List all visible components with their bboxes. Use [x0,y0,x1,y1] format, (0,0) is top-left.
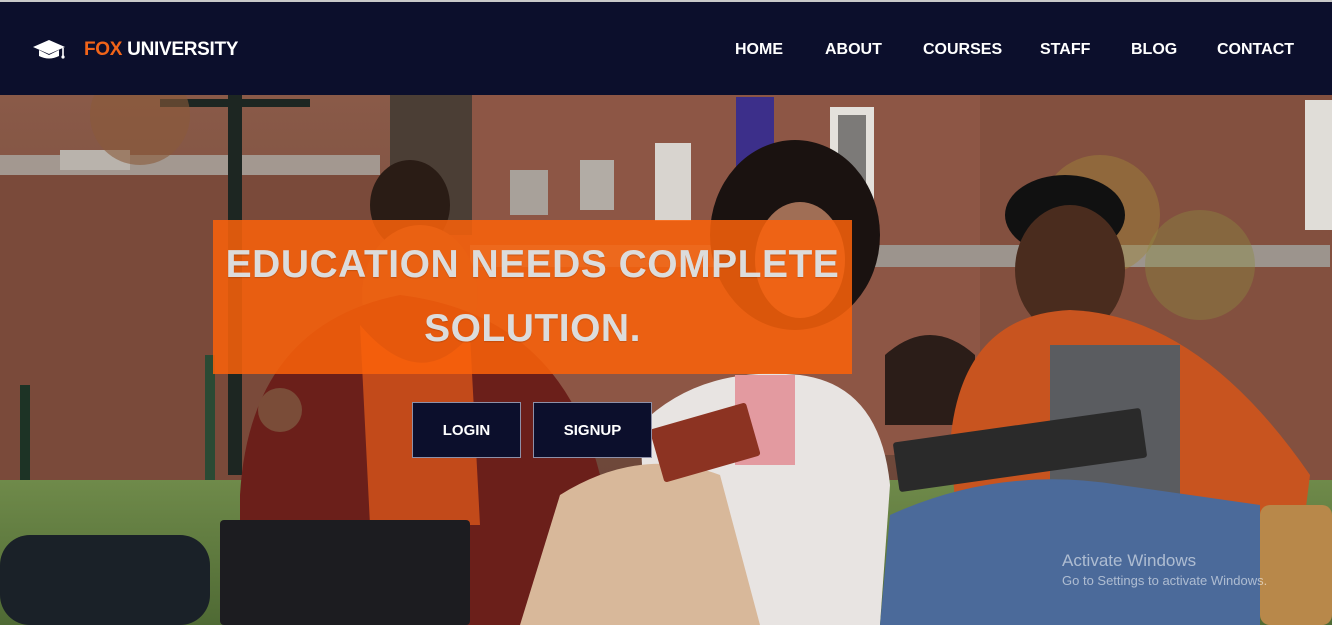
nav-home[interactable]: HOME [735,38,783,62]
watermark-title: Activate Windows [1062,551,1197,570]
nav-staff[interactable]: STAFF [1040,38,1090,62]
graduation-cap-icon [33,40,65,59]
nav-contact[interactable]: CONTACT [1217,38,1294,62]
watermark-subtitle: Go to Settings to activate Windows. [1062,573,1268,588]
hero-section: EDUCATION NEEDS COMPLETE SOLUTION. LOGIN… [0,95,1332,625]
nav-about[interactable]: ABOUT [825,38,882,62]
hero-title: EDUCATION NEEDS COMPLETE SOLUTION. [225,243,840,350]
hero-headline-banner: EDUCATION NEEDS COMPLETE SOLUTION. [213,220,852,374]
brand-logo[interactable]: FOX UNIVERSITY [32,38,238,62]
nav-blog[interactable]: BLOG [1131,38,1177,62]
windows-activation-watermark: Activate Windows Go to Settings to activ… [1062,550,1267,590]
brand-name-fox: FOX [84,39,123,60]
navbar: FOX UNIVERSITY HOME ABOUT COURSES STAFF … [0,2,1332,95]
nav-courses[interactable]: COURSES [923,38,1002,62]
login-button[interactable]: LOGIN [412,402,521,458]
brand-name: FOX UNIVERSITY [84,39,238,61]
brand-name-university: UNIVERSITY [122,39,239,60]
signup-button[interactable]: SIGNUP [533,402,652,458]
